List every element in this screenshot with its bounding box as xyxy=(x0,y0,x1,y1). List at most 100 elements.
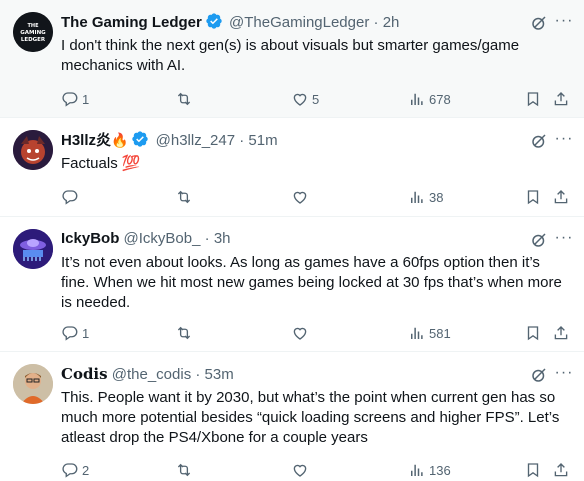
views-chart-icon xyxy=(411,191,423,203)
like-button[interactable]: 5 xyxy=(291,89,319,109)
avatar-image-icon xyxy=(13,130,53,170)
share-button[interactable] xyxy=(552,460,570,480)
view-count: 136 xyxy=(429,462,451,478)
timestamp[interactable]: 3h xyxy=(214,230,231,247)
retweet-button[interactable] xyxy=(175,187,196,207)
separator-dot: · xyxy=(239,132,245,149)
tweet-text: Factuals 💯 xyxy=(61,155,141,172)
avatar-image-icon xyxy=(13,229,53,269)
retweet-button[interactable] xyxy=(175,323,196,343)
handle[interactable]: @h3llz_247 xyxy=(156,132,235,149)
grok-icon[interactable] xyxy=(530,132,548,150)
views-button[interactable]: 38 xyxy=(408,187,443,207)
tweet-2[interactable]: H3llz炎🔥 @h3llz_247 · 51m ··· Factuals 💯 … xyxy=(0,118,584,217)
svg-text:THE: THE xyxy=(27,23,39,29)
share-button[interactable] xyxy=(552,89,570,109)
action-bar: 38 xyxy=(61,187,572,207)
heart-icon xyxy=(293,93,307,106)
handle[interactable]: @the_codis xyxy=(112,366,191,383)
tweet-text: It’s not even about looks. As long as ga… xyxy=(61,254,562,311)
view-count: 581 xyxy=(429,325,451,341)
share-icon xyxy=(554,190,568,204)
bookmark-button[interactable] xyxy=(524,89,542,109)
views-button[interactable]: 678 xyxy=(408,89,451,109)
display-name[interactable]: 𝐂𝐨𝐝𝐢𝐬 xyxy=(61,365,108,383)
more-icon[interactable]: ··· xyxy=(554,13,574,32)
views-button[interactable]: 581 xyxy=(408,323,451,343)
share-icon xyxy=(554,92,568,106)
share-button[interactable] xyxy=(552,187,570,207)
bookmark-icon xyxy=(527,92,539,107)
timestamp[interactable]: 2h xyxy=(383,14,400,31)
avatar[interactable]: THE GAMING LEDGER xyxy=(13,12,53,52)
heart-icon xyxy=(293,191,307,204)
view-count: 678 xyxy=(429,91,451,107)
bookmark-button[interactable] xyxy=(524,460,542,480)
verified-badge-icon xyxy=(131,130,149,154)
gaming-ledger-logo-icon: THE GAMING LEDGER xyxy=(13,12,53,52)
views-chart-icon xyxy=(411,327,423,339)
reply-count: 2 xyxy=(82,462,90,478)
tweet-header: IckyBob @IckyBob_ · 3h xyxy=(61,229,572,249)
tweet-1[interactable]: THE GAMING LEDGER The Gaming Ledger @The… xyxy=(0,0,584,118)
tweet-4[interactable]: 𝐂𝐨𝐝𝐢𝐬 @the_codis · 53m ··· This. People … xyxy=(0,352,584,481)
tweet-header: 𝐂𝐨𝐝𝐢𝐬 @the_codis · 53m xyxy=(61,364,572,384)
reply-button[interactable] xyxy=(61,187,82,207)
more-icon[interactable]: ··· xyxy=(554,131,574,150)
display-name[interactable]: The Gaming Ledger xyxy=(61,14,202,31)
reply-count: 1 xyxy=(82,325,90,341)
more-icon[interactable]: ··· xyxy=(554,365,574,384)
avatar[interactable] xyxy=(13,130,53,170)
like-button[interactable] xyxy=(291,323,312,343)
handle[interactable]: @TheGamingLedger xyxy=(229,14,369,31)
display-name[interactable]: H3llz炎 xyxy=(61,132,111,149)
timestamp[interactable]: 51m xyxy=(248,132,277,149)
tweet-text: I don't think the next gen(s) is about v… xyxy=(61,37,520,74)
tweet-header: H3llz炎🔥 @h3llz_247 · 51m xyxy=(61,130,572,150)
reply-button[interactable]: 1 xyxy=(61,89,89,109)
reply-icon xyxy=(62,326,78,341)
svg-text:LEDGER: LEDGER xyxy=(21,37,46,43)
share-button[interactable] xyxy=(552,323,570,343)
heart-icon xyxy=(293,327,307,340)
bookmark-icon xyxy=(527,326,539,341)
display-name[interactable]: IckyBob xyxy=(61,230,119,247)
bookmark-button[interactable] xyxy=(524,187,542,207)
grok-icon[interactable] xyxy=(530,366,548,384)
action-bar: 1 581 xyxy=(61,323,572,343)
avatar-image-icon xyxy=(13,364,53,404)
svg-text:GAMING: GAMING xyxy=(20,30,46,36)
view-count: 38 xyxy=(429,189,444,205)
like-count: 5 xyxy=(312,91,320,107)
views-chart-icon xyxy=(411,464,423,476)
fire-emoji: 🔥 xyxy=(111,132,129,148)
retweet-button[interactable] xyxy=(175,89,196,109)
separator-dot: · xyxy=(373,14,379,31)
grok-icon[interactable] xyxy=(530,231,548,249)
retweet-button[interactable] xyxy=(175,460,196,480)
reply-icon xyxy=(62,463,78,478)
reply-button[interactable]: 2 xyxy=(61,460,89,480)
tweet-3[interactable]: IckyBob @IckyBob_ · 3h ··· It’s not even… xyxy=(0,217,584,352)
verified-badge-icon xyxy=(205,12,223,36)
retweet-icon xyxy=(177,463,191,477)
retweet-icon xyxy=(177,190,191,204)
heart-icon xyxy=(293,464,307,477)
avatar[interactable] xyxy=(13,364,53,404)
like-button[interactable] xyxy=(291,460,312,480)
share-icon xyxy=(554,463,568,477)
bookmark-icon xyxy=(527,190,539,205)
reply-icon xyxy=(62,92,78,107)
timestamp[interactable]: 53m xyxy=(205,366,234,383)
grok-icon[interactable] xyxy=(530,14,548,32)
views-button[interactable]: 136 xyxy=(408,460,451,480)
views-chart-icon xyxy=(411,93,423,105)
avatar[interactable] xyxy=(13,229,53,269)
more-icon[interactable]: ··· xyxy=(554,230,574,249)
reply-button[interactable]: 1 xyxy=(61,323,89,343)
handle[interactable]: @IckyBob_ xyxy=(124,230,201,247)
retweet-icon xyxy=(177,92,191,106)
bookmark-button[interactable] xyxy=(524,323,542,343)
like-button[interactable] xyxy=(291,187,312,207)
reply-count: 1 xyxy=(82,91,90,107)
